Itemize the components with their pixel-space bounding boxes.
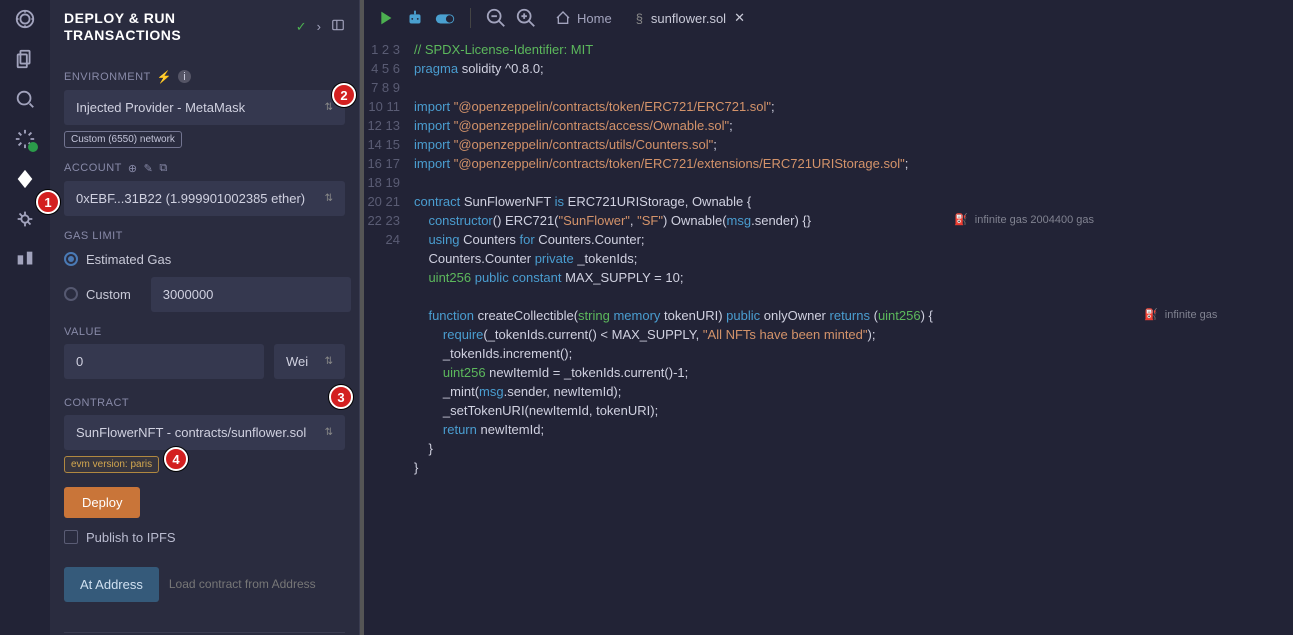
account-value: 0xEBF...31B22 (1.999901002385 ether) — [76, 191, 305, 206]
at-address-button[interactable]: At Address — [64, 567, 159, 602]
icon-bar — [0, 0, 50, 635]
sidebar-title: DEPLOY & RUN TRANSACTIONS — [64, 10, 296, 44]
annotation-1: 1 — [36, 190, 60, 214]
estimated-gas-radio[interactable] — [64, 252, 78, 266]
code-editor[interactable]: 1 2 3 4 5 6 7 8 9 10 11 12 13 14 15 16 1… — [364, 36, 1293, 635]
file-tab[interactable]: § sunflower.sol ✕ — [636, 10, 745, 26]
contract-value: SunFlowerNFT - contracts/sunflower.sol — [76, 425, 306, 440]
editor-toolbar: Home § sunflower.sol ✕ — [364, 0, 1293, 36]
value-input[interactable] — [64, 344, 264, 379]
debug-icon[interactable] — [14, 208, 36, 230]
deploy-run-icon[interactable] — [14, 168, 36, 190]
plus-icon[interactable]: ⊕ — [128, 162, 138, 175]
home-label: Home — [577, 11, 612, 26]
toggle-icon[interactable] — [434, 7, 456, 29]
gas-hint: ⛽ infinite gas 2004400 gas — [954, 211, 1094, 230]
contract-label: CONTRACT — [64, 397, 345, 409]
code-lines: // SPDX-License-Identifier: MIT pragma s… — [414, 40, 1293, 635]
tab-filename: sunflower.sol — [651, 11, 726, 26]
environment-value: Injected Provider - MetaMask — [76, 100, 245, 115]
panel-toggle-icon[interactable] — [331, 18, 345, 35]
search-icon[interactable] — [14, 88, 36, 110]
gas-hint: ⛽ infinite gas — [1144, 306, 1217, 325]
gas-limit-label: GAS LIMIT — [64, 230, 345, 242]
plug-icon: ⚡ — [157, 70, 172, 84]
zoom-out-icon[interactable] — [485, 7, 507, 29]
unit-value: Wei — [286, 354, 308, 369]
zoom-in-icon[interactable] — [515, 7, 537, 29]
close-icon[interactable]: ✕ — [734, 10, 745, 26]
copy-icon[interactable]: ⧉ — [159, 162, 167, 175]
compile-icon[interactable] — [14, 128, 36, 150]
chevron-down-icon: ⇅ — [325, 356, 333, 367]
chevron-right-icon[interactable]: › — [317, 19, 321, 34]
plugin-icon[interactable] — [14, 248, 36, 270]
account-dropdown[interactable]: 0xEBF...31B22 (1.999901002385 ether) ⇅ — [64, 181, 345, 216]
contract-dropdown[interactable]: SunFlowerNFT - contracts/sunflower.sol ⇅ — [64, 415, 345, 450]
annotation-3: 3 — [329, 385, 353, 409]
environment-dropdown[interactable]: Injected Provider - MetaMask ⇅ — [64, 90, 345, 125]
home-tab[interactable]: Home — [555, 10, 612, 26]
publish-ipfs-checkbox[interactable] — [64, 530, 78, 544]
estimated-gas-label: Estimated Gas — [86, 252, 171, 267]
transactions-recorded-row[interactable]: Transactions recorded 0 i › — [64, 632, 345, 635]
custom-gas-label: Custom — [86, 287, 131, 302]
account-label: ACCOUNT — [64, 162, 122, 174]
logo-icon[interactable] — [14, 8, 36, 30]
robot-icon[interactable] — [404, 7, 426, 29]
chevron-down-icon: ⇅ — [325, 102, 333, 113]
play-icon[interactable] — [374, 7, 396, 29]
deploy-button[interactable]: Deploy — [64, 487, 140, 518]
editor-area: Home § sunflower.sol ✕ 1 2 3 4 5 6 7 8 9… — [360, 0, 1293, 635]
load-address-placeholder[interactable]: Load contract from Address — [169, 577, 345, 591]
unit-dropdown[interactable]: Wei ⇅ — [274, 344, 345, 379]
custom-gas-radio[interactable] — [64, 287, 78, 301]
annotation-2: 2 — [332, 83, 356, 107]
annotation-4: 4 — [164, 447, 188, 471]
edit-icon[interactable]: ✎ — [144, 162, 154, 175]
chevron-down-icon: ⇅ — [325, 427, 333, 438]
custom-gas-input[interactable] — [151, 277, 351, 312]
line-gutter: 1 2 3 4 5 6 7 8 9 10 11 12 13 14 15 16 1… — [364, 40, 414, 635]
environment-label: ENVIRONMENT — [64, 71, 151, 83]
chevron-down-icon: ⇅ — [325, 193, 333, 204]
evm-badge: evm version: paris — [64, 456, 159, 473]
network-badge: Custom (6550) network — [64, 131, 182, 148]
value-label: VALUE — [64, 326, 345, 338]
deploy-sidebar: DEPLOY & RUN TRANSACTIONS ✓ › ENVIRONMEN… — [50, 0, 360, 635]
files-icon[interactable] — [14, 48, 36, 70]
publish-ipfs-label: Publish to IPFS — [86, 530, 176, 545]
info-icon[interactable]: i — [178, 70, 191, 83]
check-icon[interactable]: ✓ — [296, 19, 307, 35]
